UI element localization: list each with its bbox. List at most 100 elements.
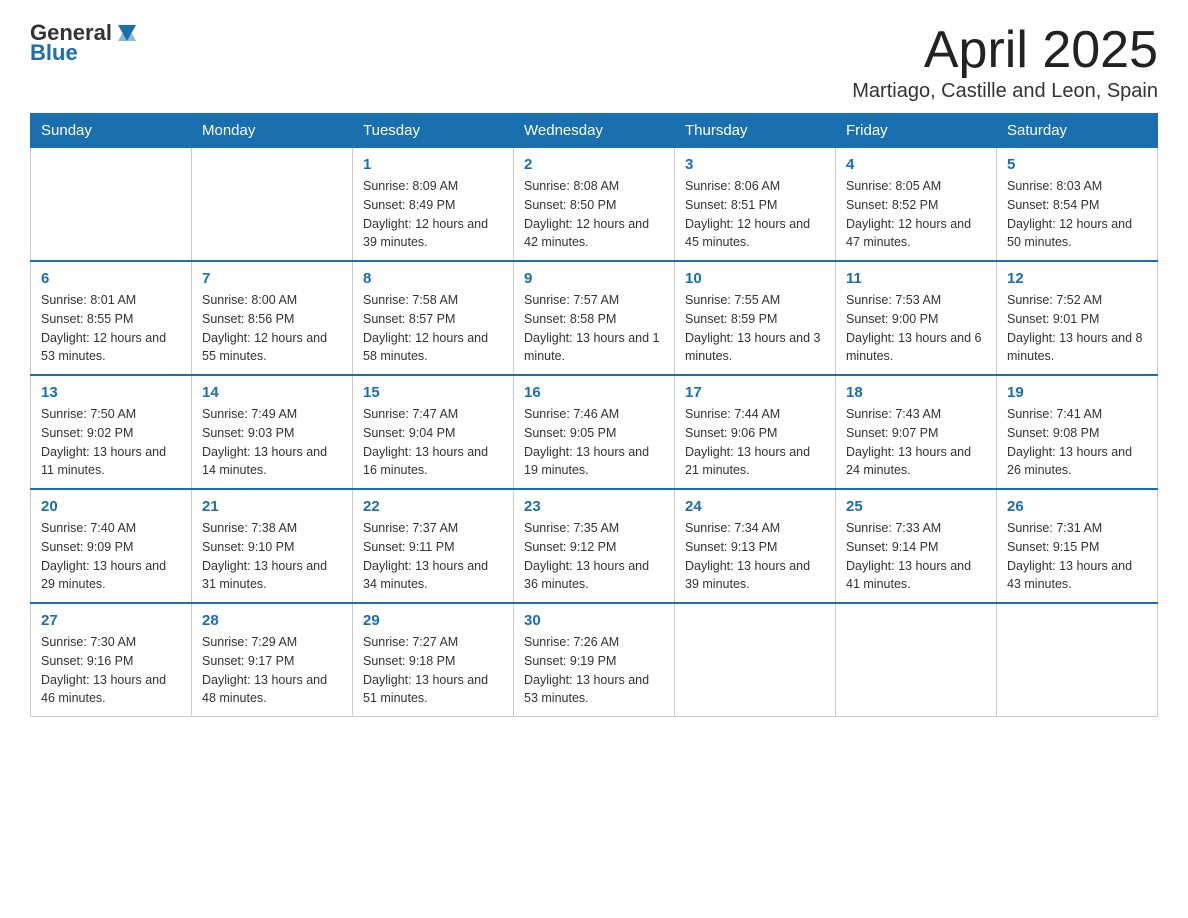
calendar-cell: 2 Sunrise: 8:08 AMSunset: 8:50 PMDaylight… [514, 148, 675, 262]
day-number: 14 [202, 384, 342, 401]
day-info: Sunrise: 8:08 AMSunset: 8:50 PMDaylight:… [524, 177, 664, 252]
calendar-cell: 18 Sunrise: 7:43 AMSunset: 9:07 PMDayligh… [836, 375, 997, 489]
day-number: 4 [846, 156, 986, 173]
day-number: 17 [685, 384, 825, 401]
calendar-cell: 28Sunrise: 7:29 AMSunset: 9:17 PMDayligh… [192, 603, 353, 717]
calendar-cell: 4 Sunrise: 8:05 AMSunset: 8:52 PMDaylight… [836, 148, 997, 262]
day-number: 2 [524, 156, 664, 173]
day-number: 13 [41, 384, 181, 401]
calendar-cell: 9Sunrise: 7:57 AMSunset: 8:58 PMDaylight… [514, 261, 675, 375]
calendar-cell [192, 148, 353, 262]
day-info: Sunrise: 7:58 AMSunset: 8:57 PMDaylight:… [363, 291, 503, 366]
day-info: Sunrise: 7:53 AMSunset: 9:00 PMDaylight:… [846, 291, 986, 366]
day-number: 5 [1007, 156, 1147, 173]
day-info: Sunrise: 7:47 AMSunset: 9:04 PMDaylight:… [363, 405, 503, 480]
calendar-cell [675, 603, 836, 717]
logo: General Blue [30, 20, 138, 66]
day-info: Sunrise: 7:40 AMSunset: 9:09 PMDaylight:… [41, 519, 181, 594]
calendar-cell: 26 Sunrise: 7:31 AMSunset: 9:15 PMDayligh… [997, 489, 1158, 603]
day-info: Sunrise: 7:43 AMSunset: 9:07 PMDaylight:… [846, 405, 986, 480]
calendar-week-3: 13 Sunrise: 7:50 AMSunset: 9:02 PMDayligh… [31, 375, 1158, 489]
day-info: Sunrise: 8:06 AMSunset: 8:51 PMDaylight:… [685, 177, 825, 252]
day-number: 7 [202, 270, 342, 287]
day-number: 3 [685, 156, 825, 173]
calendar-cell: 24 Sunrise: 7:34 AMSunset: 9:13 PMDayligh… [675, 489, 836, 603]
day-number: 10 [685, 270, 825, 287]
title-area: April 2025 Martiago, Castille and Leon, … [852, 20, 1158, 103]
page-header: General Blue April 2025 Martiago, Castil… [30, 20, 1158, 103]
day-number: 8 [363, 270, 503, 287]
calendar-cell [31, 148, 192, 262]
calendar-week-4: 20 Sunrise: 7:40 AMSunset: 9:09 PMDayligh… [31, 489, 1158, 603]
day-info: Sunrise: 7:37 AMSunset: 9:11 PMDaylight:… [363, 519, 503, 594]
calendar-cell: 29Sunrise: 7:27 AMSunset: 9:18 PMDayligh… [353, 603, 514, 717]
header-sunday: Sunday [31, 114, 192, 148]
calendar-cell: 15 Sunrise: 7:47 AMSunset: 9:04 PMDayligh… [353, 375, 514, 489]
day-info: Sunrise: 7:33 AMSunset: 9:14 PMDaylight:… [846, 519, 986, 594]
day-number: 11 [846, 270, 986, 287]
calendar-cell: 13 Sunrise: 7:50 AMSunset: 9:02 PMDayligh… [31, 375, 192, 489]
day-info: Sunrise: 7:29 AMSunset: 9:17 PMDaylight:… [202, 633, 342, 708]
day-info: Sunrise: 8:00 AMSunset: 8:56 PMDaylight:… [202, 291, 342, 366]
day-number: 24 [685, 498, 825, 515]
day-info: Sunrise: 7:50 AMSunset: 9:02 PMDaylight:… [41, 405, 181, 480]
day-number: 30 [524, 612, 664, 629]
calendar-cell: 14 Sunrise: 7:49 AMSunset: 9:03 PMDayligh… [192, 375, 353, 489]
day-info: Sunrise: 7:35 AMSunset: 9:12 PMDaylight:… [524, 519, 664, 594]
calendar-cell: 30Sunrise: 7:26 AMSunset: 9:19 PMDayligh… [514, 603, 675, 717]
calendar-cell: 1 Sunrise: 8:09 AMSunset: 8:49 PMDaylight… [353, 148, 514, 262]
day-info: Sunrise: 8:09 AMSunset: 8:49 PMDaylight:… [363, 177, 503, 252]
day-number: 9 [524, 270, 664, 287]
calendar-cell: 23 Sunrise: 7:35 AMSunset: 9:12 PMDayligh… [514, 489, 675, 603]
day-info: Sunrise: 7:27 AMSunset: 9:18 PMDaylight:… [363, 633, 503, 708]
calendar-week-5: 27 Sunrise: 7:30 AMSunset: 9:16 PMDayligh… [31, 603, 1158, 717]
calendar-table: SundayMondayTuesdayWednesdayThursdayFrid… [30, 113, 1158, 717]
day-info: Sunrise: 7:44 AMSunset: 9:06 PMDaylight:… [685, 405, 825, 480]
calendar-cell: 22Sunrise: 7:37 AMSunset: 9:11 PMDayligh… [353, 489, 514, 603]
day-number: 12 [1007, 270, 1147, 287]
day-info: Sunrise: 7:41 AMSunset: 9:08 PMDaylight:… [1007, 405, 1147, 480]
day-number: 23 [524, 498, 664, 515]
header-monday: Monday [192, 114, 353, 148]
calendar-cell: 21 Sunrise: 7:38 AMSunset: 9:10 PMDayligh… [192, 489, 353, 603]
day-info: Sunrise: 7:38 AMSunset: 9:10 PMDaylight:… [202, 519, 342, 594]
calendar-cell: 16 Sunrise: 7:46 AMSunset: 9:05 PMDayligh… [514, 375, 675, 489]
day-info: Sunrise: 7:55 AMSunset: 8:59 PMDaylight:… [685, 291, 825, 366]
header-thursday: Thursday [675, 114, 836, 148]
calendar-cell: 7 Sunrise: 8:00 AMSunset: 8:56 PMDaylight… [192, 261, 353, 375]
day-info: Sunrise: 8:05 AMSunset: 8:52 PMDaylight:… [846, 177, 986, 252]
calendar-cell: 11 Sunrise: 7:53 AMSunset: 9:00 PMDayligh… [836, 261, 997, 375]
location-subtitle: Martiago, Castille and Leon, Spain [852, 80, 1158, 103]
calendar-cell: 20 Sunrise: 7:40 AMSunset: 9:09 PMDayligh… [31, 489, 192, 603]
day-info: Sunrise: 7:49 AMSunset: 9:03 PMDaylight:… [202, 405, 342, 480]
day-number: 20 [41, 498, 181, 515]
month-title: April 2025 [852, 20, 1158, 80]
day-number: 18 [846, 384, 986, 401]
calendar-week-1: 1 Sunrise: 8:09 AMSunset: 8:49 PMDaylight… [31, 148, 1158, 262]
calendar-cell: 19Sunrise: 7:41 AMSunset: 9:08 PMDayligh… [997, 375, 1158, 489]
day-number: 26 [1007, 498, 1147, 515]
calendar-cell: 8 Sunrise: 7:58 AMSunset: 8:57 PMDaylight… [353, 261, 514, 375]
calendar-week-2: 6Sunrise: 8:01 AMSunset: 8:55 PMDaylight… [31, 261, 1158, 375]
days-header-row: SundayMondayTuesdayWednesdayThursdayFrid… [31, 114, 1158, 148]
header-tuesday: Tuesday [353, 114, 514, 148]
day-number: 21 [202, 498, 342, 515]
day-info: Sunrise: 8:03 AMSunset: 8:54 PMDaylight:… [1007, 177, 1147, 252]
day-number: 15 [363, 384, 503, 401]
calendar-cell: 25Sunrise: 7:33 AMSunset: 9:14 PMDayligh… [836, 489, 997, 603]
day-number: 1 [363, 156, 503, 173]
calendar-cell: 17 Sunrise: 7:44 AMSunset: 9:06 PMDayligh… [675, 375, 836, 489]
day-number: 27 [41, 612, 181, 629]
day-info: Sunrise: 7:34 AMSunset: 9:13 PMDaylight:… [685, 519, 825, 594]
day-info: Sunrise: 7:30 AMSunset: 9:16 PMDaylight:… [41, 633, 181, 708]
header-saturday: Saturday [997, 114, 1158, 148]
day-info: Sunrise: 7:31 AMSunset: 9:15 PMDaylight:… [1007, 519, 1147, 594]
day-number: 16 [524, 384, 664, 401]
header-wednesday: Wednesday [514, 114, 675, 148]
calendar-cell [836, 603, 997, 717]
day-info: Sunrise: 7:46 AMSunset: 9:05 PMDaylight:… [524, 405, 664, 480]
day-info: Sunrise: 8:01 AMSunset: 8:55 PMDaylight:… [41, 291, 181, 366]
calendar-cell: 6Sunrise: 8:01 AMSunset: 8:55 PMDaylight… [31, 261, 192, 375]
calendar-cell: 5 Sunrise: 8:03 AMSunset: 8:54 PMDaylight… [997, 148, 1158, 262]
calendar-cell: 3 Sunrise: 8:06 AMSunset: 8:51 PMDaylight… [675, 148, 836, 262]
